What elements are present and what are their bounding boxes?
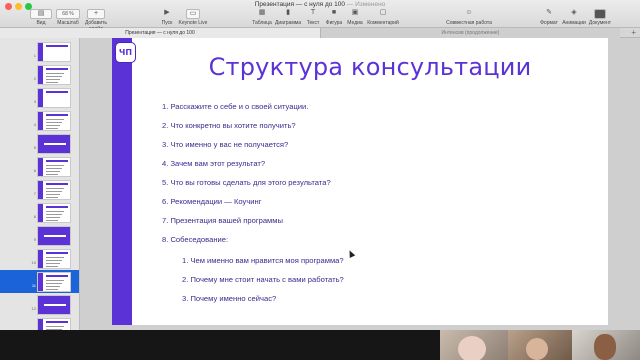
consultation-question[interactable]: 8. Собеседование: — [162, 235, 228, 244]
navigator-slide[interactable]: 9 — [0, 224, 79, 247]
navigator-slide[interactable]: 11 — [0, 270, 79, 293]
animate-icon: ◈ — [571, 9, 577, 16]
slide-number: 8 — [33, 214, 36, 219]
slide-thumbnail[interactable] — [37, 203, 71, 223]
navigator-slide[interactable]: 10 — [0, 247, 79, 270]
slide-number: 1 — [33, 53, 36, 58]
slide-number: 9 — [33, 237, 36, 242]
comment-button[interactable]: ▢ Комментарий — [366, 9, 400, 26]
collaborate-button[interactable]: ☺ Совместная работа — [445, 9, 493, 26]
slide-thumbnail[interactable] — [37, 249, 71, 269]
slide-canvas[interactable]: ЧП Структура консультации 1. Расскажите … — [80, 38, 640, 330]
slide-thumbnail[interactable] — [37, 295, 71, 315]
slide-accent-bar — [112, 38, 132, 325]
navigator-slide[interactable]: 13 — [0, 316, 79, 330]
interview-subquestion[interactable]: 3. Почему именно сейчас? — [182, 294, 276, 303]
document-icon — [594, 9, 606, 19]
live-icon: ▭ — [186, 9, 200, 19]
navigator-slide[interactable]: 7 — [0, 178, 79, 201]
participant-video-1 — [440, 330, 508, 360]
table-icon: ▦ — [258, 9, 266, 16]
participant-video-2 — [508, 330, 572, 360]
participant-face — [458, 336, 486, 360]
slide-navigator[interactable]: 12345678910111213 — [0, 38, 80, 330]
interview-subquestion[interactable]: 2. Почему мне стоит начать с вами работа… — [182, 275, 344, 284]
view-button[interactable]: ▤ Вид — [30, 9, 52, 26]
chart-icon: ▮ — [286, 9, 290, 16]
view-icon: ▤ — [30, 9, 52, 19]
slide-number: 2 — [33, 76, 36, 81]
slide-thumbnail[interactable] — [37, 318, 71, 330]
navigator-slide[interactable]: 12 — [0, 293, 79, 316]
slide-number: 3 — [33, 99, 36, 104]
participant-face — [594, 334, 616, 360]
keynote-live-button[interactable]: ▭ Keynote Live — [178, 9, 208, 26]
slide-title[interactable]: Структура консультации — [132, 53, 608, 81]
consultation-question[interactable]: 4. Зачем вам этот результат? — [162, 159, 265, 168]
navigator-slide[interactable]: 5 — [0, 132, 79, 155]
text-icon: T — [310, 9, 316, 16]
navigator-slide[interactable]: 3 — [0, 86, 79, 109]
plus-icon: + — [87, 9, 105, 19]
media-button[interactable]: ▣ Медиа — [346, 9, 364, 26]
media-icon: ▣ — [351, 9, 359, 16]
video-strip-background — [0, 330, 440, 360]
tab-presentation[interactable]: Презентация — с нуля до 100 — [0, 28, 320, 38]
text-button[interactable]: T Текст — [304, 9, 322, 26]
navigator-slide[interactable]: 1 — [0, 40, 79, 63]
comment-icon: ▢ — [379, 9, 387, 16]
play-button[interactable]: ▶ Пуск — [157, 9, 177, 26]
new-tab-icon[interactable]: + — [631, 28, 636, 38]
chart-button[interactable]: ▮ Диаграмма — [274, 9, 302, 26]
slide-number: 6 — [33, 168, 36, 173]
navigator-slide[interactable]: 8 — [0, 201, 79, 224]
consultation-question[interactable]: 3. Что именно у вас не получается? — [162, 140, 288, 149]
slide-number: 4 — [33, 122, 36, 127]
slide-number: 7 — [33, 191, 36, 196]
slide-number: 5 — [33, 145, 36, 150]
interview-subquestion[interactable]: 1. Чем именно вам нравится моя программа… — [182, 256, 344, 265]
slide-thumbnail[interactable] — [37, 42, 71, 62]
window-toolbar: Презентация — с нуля до 100 — Изменено ▤… — [0, 0, 640, 32]
shape-icon: ■ — [331, 9, 337, 16]
play-icon: ▶ — [164, 9, 170, 16]
consultation-question[interactable]: 1. Расскажите о себе и о своей ситуации. — [162, 102, 308, 111]
slide-thumbnail[interactable] — [37, 134, 71, 154]
slide-number: 12 — [31, 306, 36, 311]
shape-button[interactable]: ■ Фигура — [324, 9, 344, 26]
consultation-question[interactable]: 6. Рекомендации — Коучинг — [162, 197, 262, 206]
consultation-question[interactable]: 2. Что конкретно вы хотите получить? — [162, 121, 296, 130]
zoom-value: 68 % — [56, 9, 80, 19]
slide-thumbnail[interactable] — [37, 111, 71, 131]
navigator-slide[interactable]: 6 — [0, 155, 79, 178]
participant-face — [526, 338, 548, 360]
document-tab-bar: Презентация — с нуля до 100 Интенсив (пр… — [0, 28, 640, 38]
format-icon: ✎ — [546, 9, 552, 16]
navigator-slide[interactable]: 4 — [0, 109, 79, 132]
slide-number: 11 — [31, 283, 36, 288]
participant-video-3 — [572, 330, 640, 360]
slide-thumbnail[interactable] — [37, 180, 71, 200]
collaborate-icon: ☺ — [465, 9, 473, 16]
slide-thumbnail[interactable] — [37, 88, 71, 108]
zoom-button[interactable]: 68 % Масштаб — [56, 9, 80, 26]
slide-thumbnail[interactable] — [37, 157, 71, 177]
slide-thumbnail[interactable] — [37, 272, 71, 292]
consultation-question[interactable]: 5. Что вы готовы сделать для этого резул… — [162, 178, 331, 187]
document-button[interactable]: Документ — [588, 9, 612, 26]
slide-thumbnail[interactable] — [37, 65, 71, 85]
format-button[interactable]: ✎ Формат — [538, 9, 560, 26]
window-title: Презентация — с нуля до 100 — Изменено — [254, 1, 386, 8]
table-button[interactable]: ▦ Таблица — [252, 9, 272, 26]
slide-number: 10 — [31, 260, 36, 265]
consultation-question[interactable]: 7. Презентация вашей программы — [162, 216, 283, 225]
slide-thumbnail[interactable] — [37, 226, 71, 246]
tab-intensive[interactable]: Интенсив (продолжение) — [320, 28, 620, 38]
mouse-cursor-icon — [346, 249, 356, 258]
animate-button[interactable]: ◈ Анимации — [562, 9, 586, 26]
current-slide[interactable]: ЧП Структура консультации 1. Расскажите … — [112, 38, 608, 325]
navigator-slide[interactable]: 2 — [0, 63, 79, 86]
